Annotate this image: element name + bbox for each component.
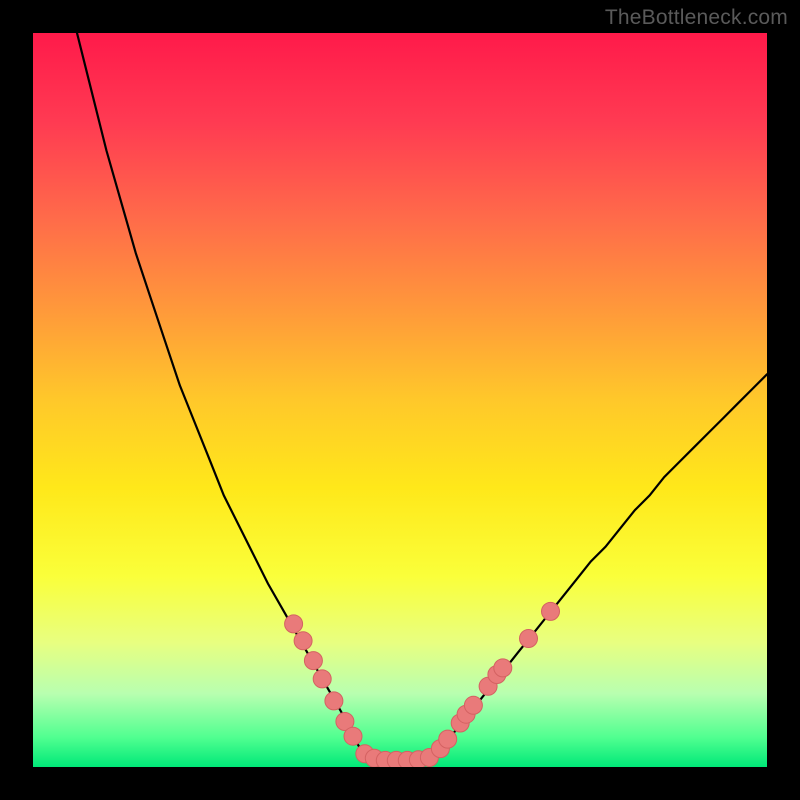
data-point [542,602,560,620]
data-markers [285,602,560,767]
data-point [464,696,482,714]
plot-area [33,33,767,767]
data-point [285,615,303,633]
data-point [439,730,457,748]
data-point [304,652,322,670]
outer-frame: TheBottleneck.com [0,0,800,800]
data-point [344,727,362,745]
data-point [494,659,512,677]
watermark-text: TheBottleneck.com [605,6,788,30]
data-point [325,692,343,710]
data-point [313,670,331,688]
curve-lines [77,33,767,760]
data-point [294,632,312,650]
data-point [520,630,538,648]
chart-overlay [33,33,767,767]
bottleneck-curve [77,33,767,760]
